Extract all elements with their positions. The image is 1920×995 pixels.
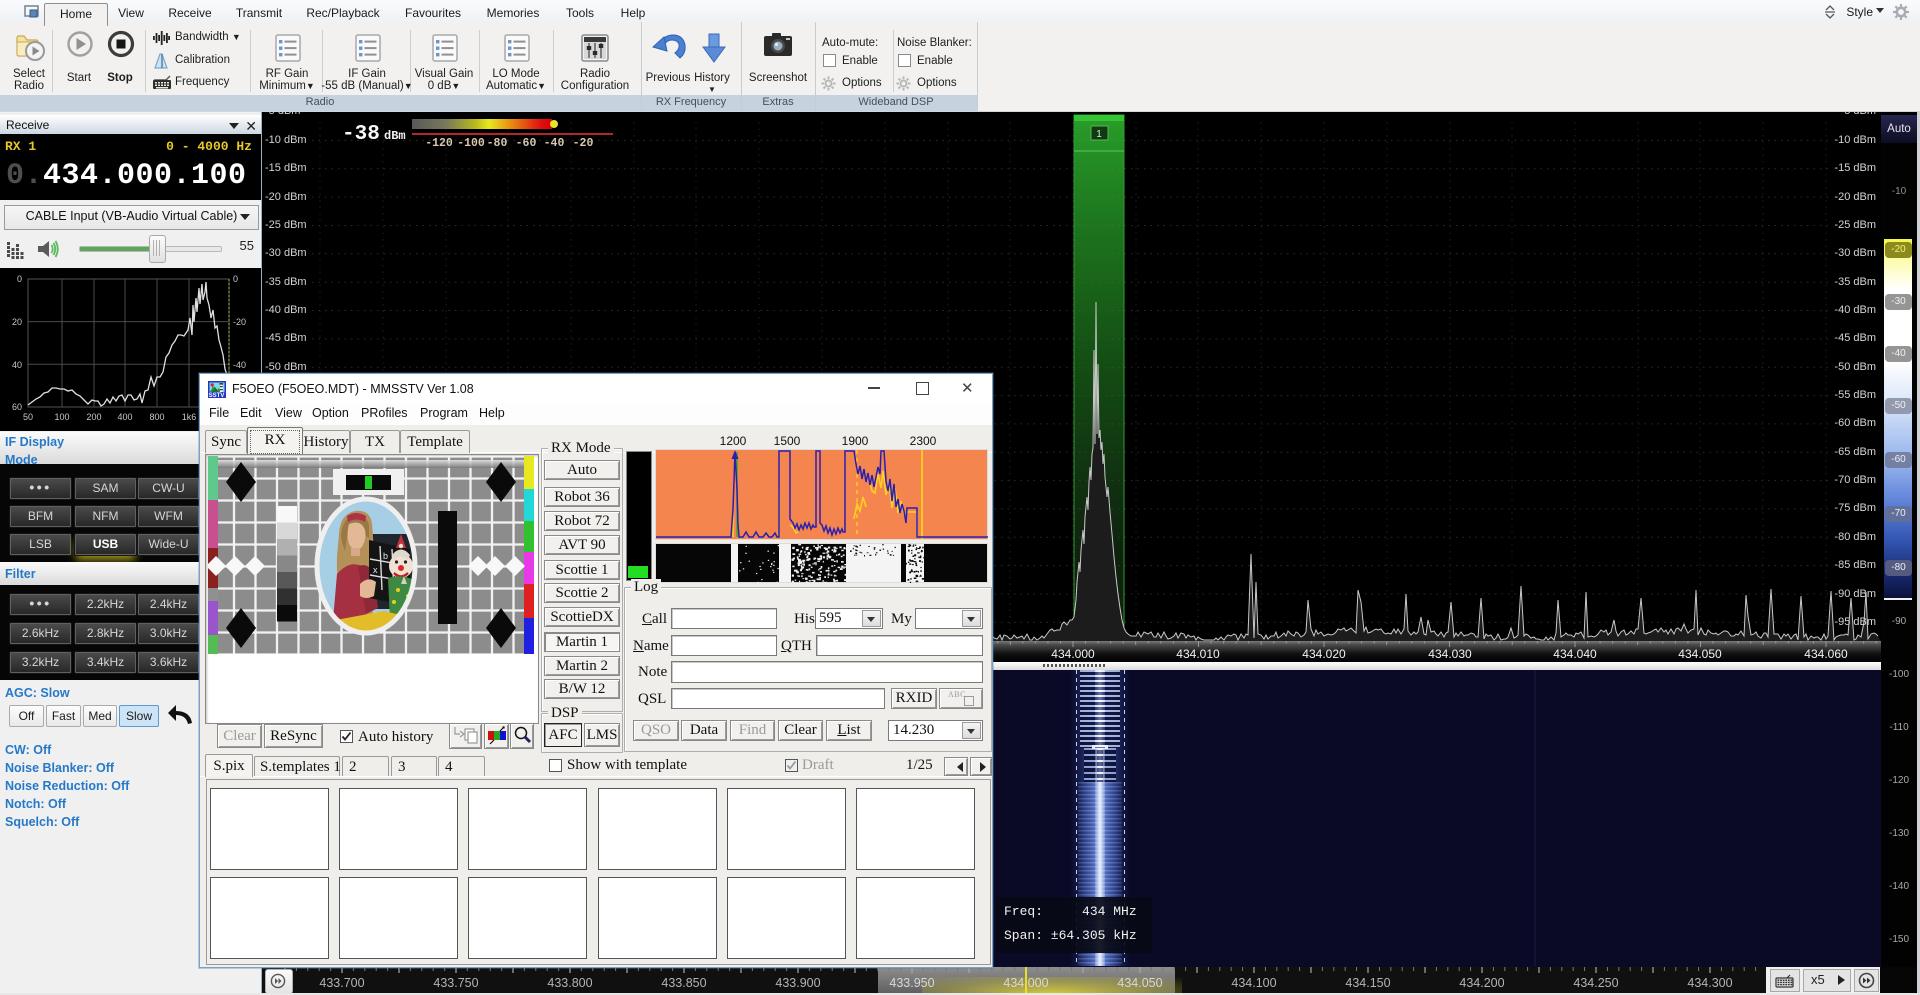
svg-text:50: 50 [23,412,33,422]
svg-text:800: 800 [149,412,164,422]
svg-text:SSTV: SSTV [209,393,225,398]
svg-text:0: 0 [17,274,22,284]
svg-text:100: 100 [54,412,69,422]
svg-text:400: 400 [117,412,132,422]
svg-text:1k6: 1k6 [182,412,197,422]
svg-text:60: 60 [12,402,22,412]
svg-text:40: 40 [12,360,22,370]
svg-text:b: b [383,551,388,561]
svg-text:x: x [373,565,378,575]
svg-text:1: 1 [1096,129,1102,140]
svg-text:200: 200 [86,412,101,422]
svg-text:20: 20 [12,317,22,327]
svg-text:-20: -20 [233,317,246,327]
svg-text:0: 0 [233,274,238,284]
svg-text:-40: -40 [233,360,246,370]
